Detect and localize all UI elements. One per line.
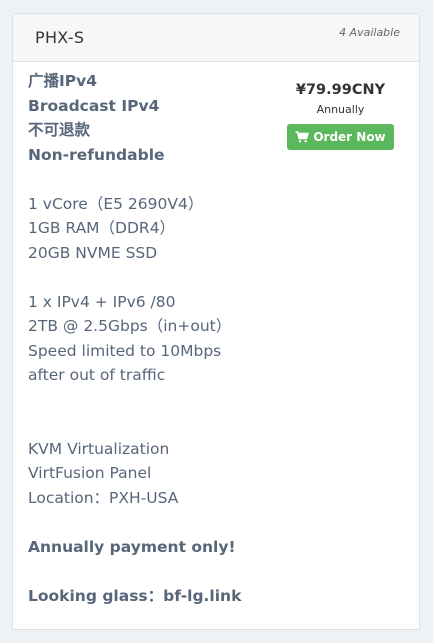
product-name: PHX-S [35, 28, 85, 47]
looking-glass: Looking glass：bf-lg.link [28, 586, 242, 605]
spec-cpu: 1 vCore（E5 2690V4） [28, 194, 204, 213]
spec-bandwidth: 2TB @ 2.5Gbps（in+out） [28, 317, 232, 335]
spec-ram: 1GB RAM（DDR4） [28, 219, 176, 237]
price: ¥79.99CNY [295, 82, 386, 98]
spec-storage: 20GB NVME SSD [28, 243, 158, 262]
headline-non-refundable: Non-refundable [28, 145, 165, 164]
shopping-cart-icon [295, 131, 310, 143]
headline-chinese-ipv4: 广播IPv4 [28, 72, 98, 90]
spec-panel: VirtFusion Panel [28, 464, 152, 482]
product-card-body: 广播IPv4 Broadcast IPv4 不可退款 Non-refundabl… [13, 62, 419, 629]
spec-virtualization: KVM Virtualization [28, 439, 170, 458]
product-card-header: PHX-S 4 Available [13, 14, 419, 62]
order-now-label: Order Now [313, 130, 386, 144]
billing-cycle: Annually [316, 103, 365, 116]
spec-speed-limit: Speed limited to 10Mbps [28, 341, 222, 360]
headline-chinese-non-refundable: 不可退款 [28, 121, 91, 139]
order-now-button[interactable]: Order Now [287, 124, 394, 150]
pricing-block: ¥79.99CNY Annually Order Now [283, 80, 398, 150]
payment-note: Annually payment only! [28, 537, 236, 556]
spec-speed-limit-note: after out of traffic [28, 366, 166, 384]
product-card: PHX-S 4 Available 广播IPv4 Broadcast IPv4 … [12, 13, 420, 630]
spec-ip: 1 x IPv4 + IPv6 /80 [28, 292, 176, 311]
availability-badge: 4 Available [339, 26, 400, 39]
headline-broadcast-ipv4: Broadcast IPv4 [28, 96, 160, 115]
spec-location: Location：PXH-USA [28, 488, 179, 507]
product-description: 广播IPv4 Broadcast IPv4 不可退款 Non-refundabl… [28, 69, 288, 608]
